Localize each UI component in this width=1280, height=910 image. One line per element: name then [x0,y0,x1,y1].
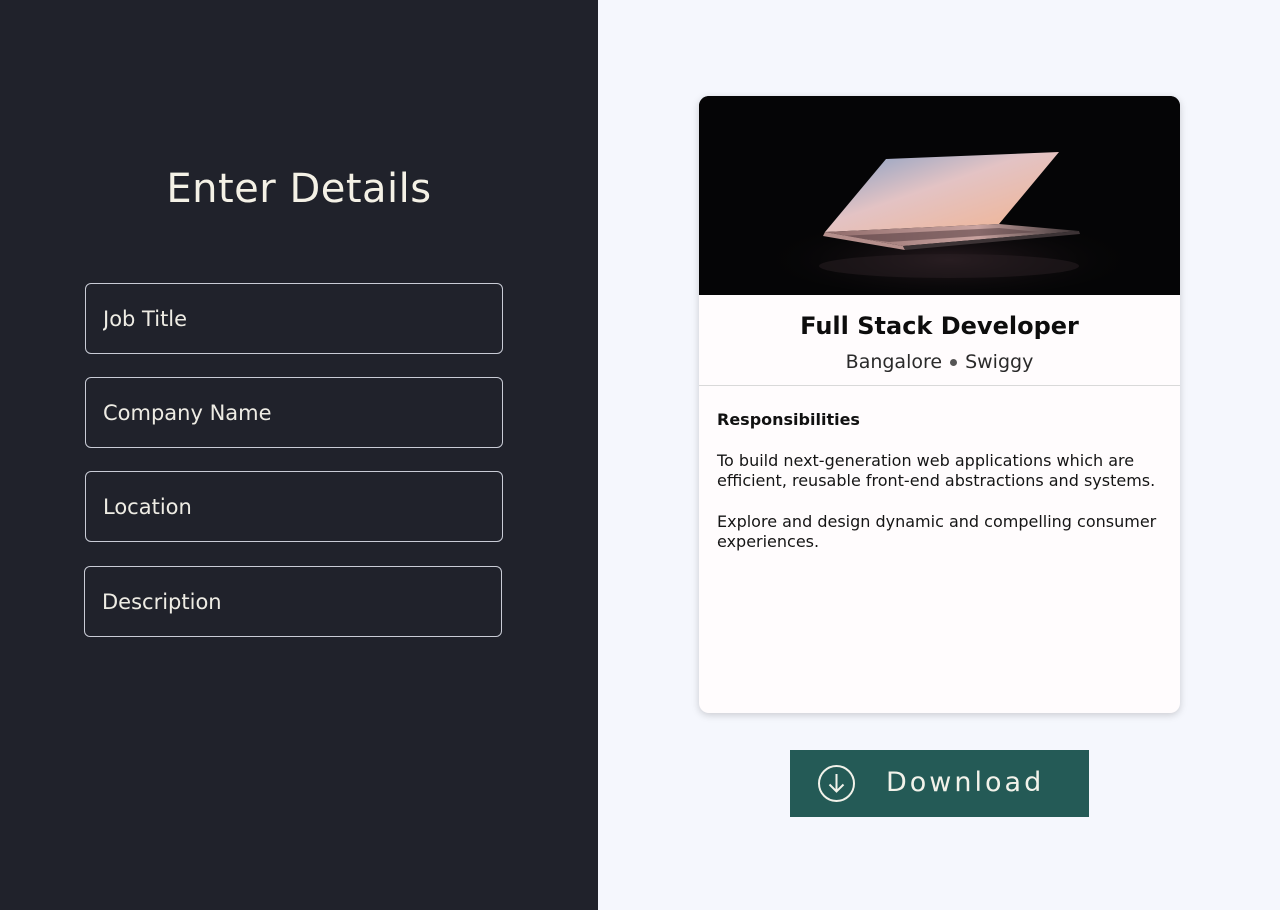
responsibilities-heading: Responsibilities [717,410,860,429]
job-title-input[interactable] [85,283,503,354]
laptop-photo [699,96,1180,295]
location-input[interactable] [85,471,503,542]
job-company: Swiggy [965,351,1034,373]
separator-dot-icon [950,359,958,366]
job-card: Full Stack Developer Bangalore Swiggy Res… [699,96,1180,713]
card-divider [699,385,1180,386]
responsibility-paragraph: To build next-generation web application… [717,451,1156,490]
job-location: Bangalore [845,351,943,373]
description-input[interactable] [84,566,502,637]
download-circle-icon [818,765,855,802]
job-title: Full Stack Developer [800,312,1079,340]
download-label: Download [886,767,1045,798]
job-meta: Bangalore Swiggy [699,351,1180,373]
company-name-input[interactable] [85,377,503,448]
form-panel: Enter Details [0,0,598,910]
responsibility-paragraph: Explore and design dynamic and compellin… [717,512,1157,551]
form-title: Enter Details [166,166,432,212]
download-button[interactable]: Download [790,750,1089,817]
